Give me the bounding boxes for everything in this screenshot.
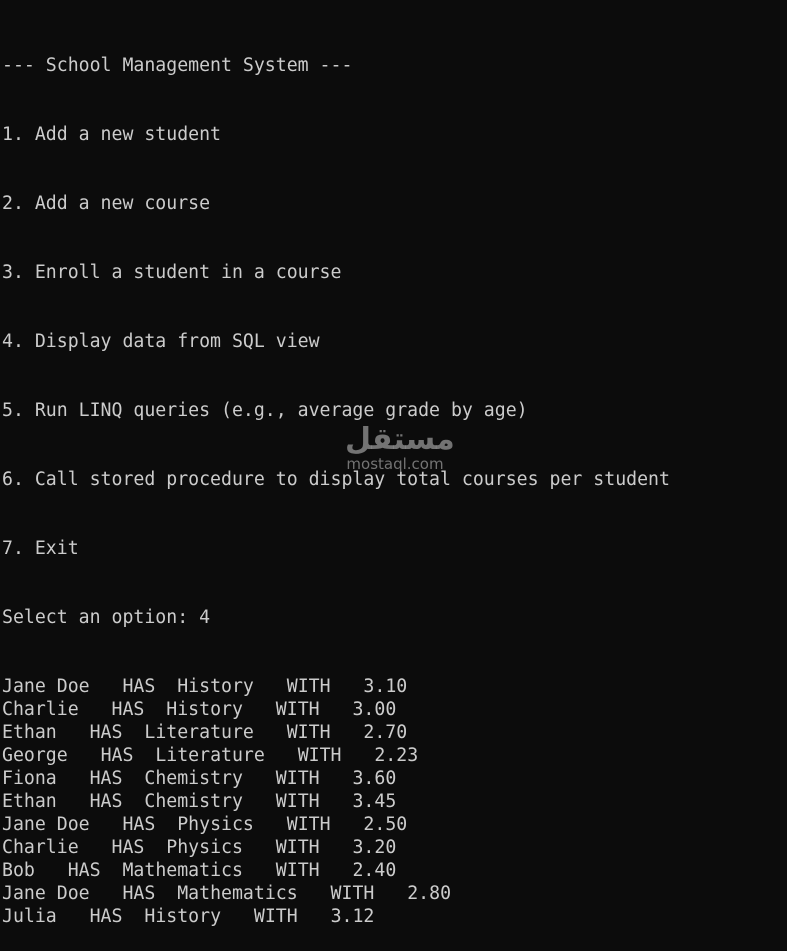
student-name: Ethan	[2, 791, 57, 812]
has-keyword: HAS	[122, 814, 156, 835]
course-name: Chemistry	[144, 768, 243, 789]
menu-option: 1. Add a new student	[2, 124, 221, 145]
option-prompt: Select an option: 4	[2, 607, 211, 628]
grade-value: 2.23	[374, 745, 419, 766]
menu-option: 6. Call stored procedure to display tota…	[2, 469, 670, 490]
with-keyword: WITH	[275, 837, 320, 858]
student-name: Charlie	[2, 837, 79, 858]
grade-value: 3.10	[363, 676, 408, 697]
with-keyword: WITH	[297, 745, 342, 766]
with-keyword: WITH	[275, 860, 320, 881]
has-keyword: HAS	[100, 745, 134, 766]
results-list: Jane Doe HAS History WITH 3.10 Charlie HA…	[2, 675, 670, 928]
course-name: Mathematics	[122, 860, 243, 881]
result-row: Fiona HAS Chemistry WITH 3.60	[2, 767, 670, 790]
result-row: Jane Doe HAS History WITH 3.10	[2, 675, 670, 698]
grade-value: 3.60	[352, 768, 397, 789]
result-row: George HAS Literature WITH 2.23	[2, 744, 670, 767]
grade-value: 3.20	[352, 837, 397, 858]
student-name: Charlie	[2, 699, 79, 720]
result-row: Jane Doe HAS Physics WITH 2.50	[2, 813, 670, 836]
has-keyword: HAS	[111, 837, 145, 858]
result-row: Charlie HAS History WITH 3.00	[2, 698, 670, 721]
menu-option: 4. Display data from SQL view	[2, 331, 320, 352]
course-name: Literature	[144, 722, 254, 743]
grade-value: 3.45	[352, 791, 397, 812]
result-row: Ethan HAS Literature WITH 2.70	[2, 721, 670, 744]
with-keyword: WITH	[275, 791, 320, 812]
result-row: Jane Doe HAS Mathematics WITH 2.80	[2, 882, 670, 905]
has-keyword: HAS	[122, 676, 156, 697]
has-keyword: HAS	[67, 860, 101, 881]
grade-value: 2.50	[363, 814, 408, 835]
has-keyword: HAS	[89, 791, 123, 812]
with-keyword: WITH	[286, 814, 331, 835]
student-name: Ethan	[2, 722, 57, 743]
student-name: Jane Doe	[2, 814, 90, 835]
course-name: History	[144, 906, 222, 927]
with-keyword: WITH	[275, 699, 320, 720]
course-name: Mathematics	[177, 883, 298, 904]
menu-option: 5. Run LINQ queries (e.g., average grade…	[2, 400, 528, 421]
result-row: Bob HAS Mathematics WITH 2.40	[2, 859, 670, 882]
grade-value: 2.80	[407, 883, 452, 904]
result-row: Charlie HAS Physics WITH 3.20	[2, 836, 670, 859]
course-name: History	[177, 676, 254, 697]
has-keyword: HAS	[89, 768, 123, 789]
student-name: Jane Doe	[2, 676, 90, 697]
grade-value: 2.40	[352, 860, 397, 881]
result-row: Julia HAS History WITH 3.12	[2, 905, 670, 928]
course-name: Literature	[155, 745, 265, 766]
menu-option: 7. Exit	[2, 538, 79, 559]
has-keyword: HAS	[89, 906, 123, 927]
console-output: --- School Management System --- 1. Add …	[2, 8, 670, 951]
has-keyword: HAS	[111, 699, 145, 720]
menu-title: --- School Management System ---	[2, 55, 353, 76]
with-keyword: WITH	[253, 906, 298, 927]
student-name: Fiona	[2, 768, 57, 789]
student-name: Julia	[2, 906, 57, 927]
student-name: Jane Doe	[2, 883, 90, 904]
grade-value: 2.70	[363, 722, 408, 743]
result-row: Ethan HAS Chemistry WITH 3.45	[2, 790, 670, 813]
with-keyword: WITH	[286, 676, 331, 697]
with-keyword: WITH	[275, 768, 320, 789]
has-keyword: HAS	[89, 722, 123, 743]
course-name: Chemistry	[144, 791, 243, 812]
menu-option: 3. Enroll a student in a course	[2, 262, 342, 283]
course-name: Physics	[166, 837, 243, 858]
with-keyword: WITH	[330, 883, 375, 904]
course-name: History	[166, 699, 243, 720]
menu-option: 2. Add a new course	[2, 193, 211, 214]
student-name: Bob	[2, 860, 35, 881]
student-name: George	[2, 745, 68, 766]
grade-value: 3.12	[330, 906, 375, 927]
has-keyword: HAS	[122, 883, 156, 904]
with-keyword: WITH	[286, 722, 331, 743]
grade-value: 3.00	[352, 699, 397, 720]
course-name: Physics	[177, 814, 254, 835]
